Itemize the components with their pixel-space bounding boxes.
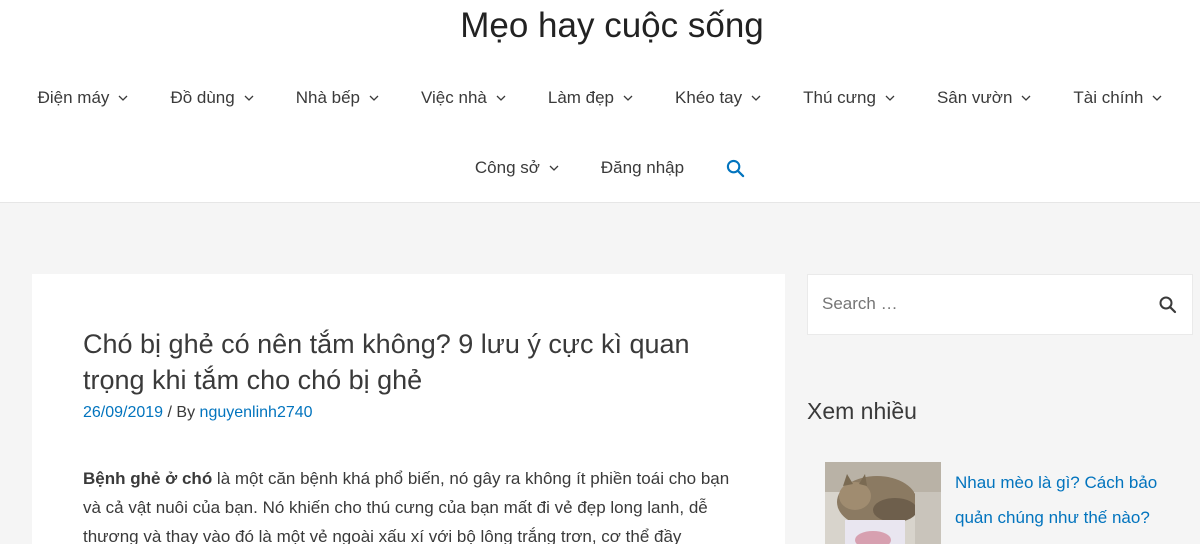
chevron-down-icon <box>1021 95 1031 101</box>
sidebar-search-form <box>807 274 1193 335</box>
post-meta: 26/09/2019 / By nguyenlinh2740 <box>83 404 313 422</box>
search-input[interactable] <box>822 294 1122 314</box>
nav-item-label: Thú cưng <box>803 88 876 107</box>
nav-item-label: Khéo tay <box>675 88 743 107</box>
nav-item-do-dung[interactable]: Đồ dùng <box>149 88 274 108</box>
nav-item-label: Nhà bếp <box>295 88 360 107</box>
chevron-down-icon <box>623 95 633 101</box>
post-intro: Bệnh ghẻ ở chó là một căn bệnh khá phổ b… <box>83 464 743 544</box>
search-icon <box>726 159 745 177</box>
nav-item-label: Sân vườn <box>936 88 1013 107</box>
chevron-down-icon <box>751 95 761 101</box>
nav-item-dien-may[interactable]: Điện máy <box>17 88 150 108</box>
nav-item-kheo-tay[interactable]: Khéo tay <box>654 88 782 108</box>
chevron-down-icon <box>369 95 379 101</box>
nav-item-tai-chinh[interactable]: Tài chính <box>1052 88 1183 108</box>
primary-nav-row-1: Điện máy Đồ dùng Nhà bếp Việc nhà Làm đẹ… <box>0 86 1200 110</box>
post-thumbnail[interactable] <box>825 462 941 544</box>
post-author-link[interactable]: nguyenlinh2740 <box>200 404 313 421</box>
nav-item-label: Công sở <box>474 158 540 177</box>
nav-item-dang-nhap[interactable]: Đăng nhập <box>580 158 705 178</box>
chevron-down-icon <box>118 95 128 101</box>
popular-post-item: Nhau mèo là gì? Cách bảo quản chúng như … <box>825 460 1195 544</box>
nav-item-label: Việc nhà <box>421 88 487 107</box>
header-search-button[interactable] <box>705 159 766 178</box>
chevron-down-icon <box>885 95 895 101</box>
nav-item-label: Đăng nhập <box>600 158 685 177</box>
widget-title: Xem nhiều <box>807 398 917 424</box>
chevron-down-icon <box>244 95 254 101</box>
site-title[interactable]: Mẹo hay cuộc sống <box>0 6 1200 46</box>
nav-item-label: Đồ dùng <box>170 88 235 107</box>
nav-item-label: Điện máy <box>37 88 110 107</box>
nav-item-label: Tài chính <box>1073 88 1144 107</box>
site-header: Mẹo hay cuộc sống Điện máy Đồ dùng Nhà b… <box>0 0 1200 203</box>
chevron-down-icon <box>496 95 506 101</box>
post-intro-bold: Bệnh ghẻ ở chó <box>83 469 213 488</box>
nav-item-san-vuon[interactable]: Sân vườn <box>916 88 1052 108</box>
chevron-down-icon <box>549 165 559 171</box>
post-by-label: / By <box>167 404 196 421</box>
chevron-down-icon <box>1152 95 1162 101</box>
article-card: Chó bị ghẻ có nên tắm không? 9 lưu ý cực… <box>32 274 785 544</box>
nav-item-label: Làm đẹp <box>547 88 615 107</box>
post-title[interactable]: Chó bị ghẻ có nên tắm không? 9 lưu ý cực… <box>83 326 723 398</box>
popular-post-link[interactable]: Nhau mèo là gì? Cách bảo quản chúng như … <box>955 465 1185 535</box>
post-date-link[interactable]: 26/09/2019 <box>83 404 163 421</box>
nav-item-thu-cung[interactable]: Thú cưng <box>782 88 916 108</box>
nav-item-viec-nha[interactable]: Việc nhà <box>400 88 527 108</box>
primary-nav-row-2: Công sở Đăng nhập <box>10 156 1200 180</box>
search-icon[interactable] <box>1158 295 1178 315</box>
nav-item-cong-so[interactable]: Công sở <box>454 158 580 178</box>
nav-item-lam-dep[interactable]: Làm đẹp <box>527 88 654 108</box>
nav-item-nha-bep[interactable]: Nhà bếp <box>275 88 400 108</box>
